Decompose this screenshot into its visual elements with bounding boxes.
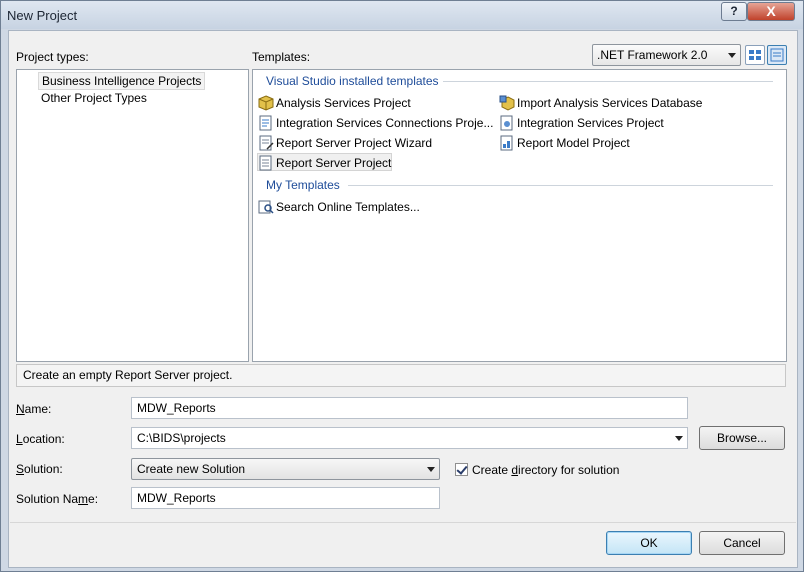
project-types-tree[interactable]: Business Intelligence Projects Other Pro… [16,69,249,362]
name-input[interactable]: MDW_Reports [131,397,688,419]
cancel-button[interactable]: Cancel [699,531,785,555]
template-integration-services-project[interactable]: Integration Services Project [499,114,664,132]
template-import-analysis-services-database[interactable]: Import Analysis Services Database [499,94,702,112]
small-icons-view-button[interactable] [767,45,787,65]
group-header-installed: Visual Studio installed templates [266,74,439,88]
solution-select[interactable]: Create new Solution [131,458,440,480]
template-report-model-project[interactable]: Report Model Project [499,134,630,152]
report-wizard-icon [259,135,274,151]
solution-name-input[interactable]: MDW_Reports [131,487,440,509]
footer-divider [10,522,796,523]
report-server-icon [259,155,272,171]
integration-services-icon [500,115,513,131]
small-icons-icon [770,48,784,62]
ok-button[interactable]: OK [606,531,692,555]
window-title: New Project [7,8,78,23]
template-report-server-project-wizard[interactable]: Report Server Project Wizard [258,134,432,152]
help-button[interactable]: ? [721,2,747,21]
cube-icon [258,95,274,111]
framework-select[interactable]: .NET Framework 2.0 [592,44,741,66]
tree-item-other-project-types[interactable]: Other Project Types [38,90,150,108]
create-directory-checkbox[interactable] [455,463,468,476]
templates-panel[interactable]: Visual Studio installed templates Analys… [252,69,787,362]
tree-item-business-intelligence[interactable]: Business Intelligence Projects [38,72,206,90]
solution-label: Solution: [16,462,63,476]
large-icons-icon [749,50,761,60]
group-divider [348,185,773,186]
browse-button[interactable]: Browse... [699,426,785,450]
solution-name-label: Solution Name: [16,492,99,506]
chevron-down-icon[interactable] [675,436,683,441]
title-bar: New Project ? X [1,1,803,29]
report-model-icon [500,135,513,151]
close-button[interactable]: X [747,2,795,21]
template-analysis-services-project[interactable]: Analysis Services Project [258,94,411,112]
location-label: Location: [16,432,65,446]
group-divider [443,81,773,82]
template-report-server-project[interactable]: Report Server Project [257,153,393,171]
large-icons-view-button[interactable] [745,45,765,65]
chevron-down-icon [427,467,435,472]
location-input[interactable]: C:\BIDS\projects [131,427,688,449]
group-header-my-templates: My Templates [266,178,340,192]
create-directory-label: Create directory for solution [472,463,620,477]
dialog-body: Project types: Business Intelligence Pro… [8,30,798,568]
framework-value: .NET Framework 2.0 [597,48,708,62]
integration-connections-icon [259,115,272,131]
chevron-down-icon [728,53,736,58]
template-description: Create an empty Report Server project. [16,364,786,387]
template-search-online-templates[interactable]: Search Online Templates... [258,198,420,216]
cube-import-icon [499,95,515,111]
project-types-label: Project types: [16,50,89,64]
search-online-icon [258,200,274,214]
new-project-dialog: New Project ? X Project types: Business … [0,0,804,572]
templates-label: Templates: [252,50,311,64]
location-value: C:\BIDS\projects [137,431,226,445]
template-integration-services-connections[interactable]: Integration Services Connections Proje..… [258,114,493,132]
name-label: Name: [16,402,52,416]
solution-value: Create new Solution [137,462,246,476]
